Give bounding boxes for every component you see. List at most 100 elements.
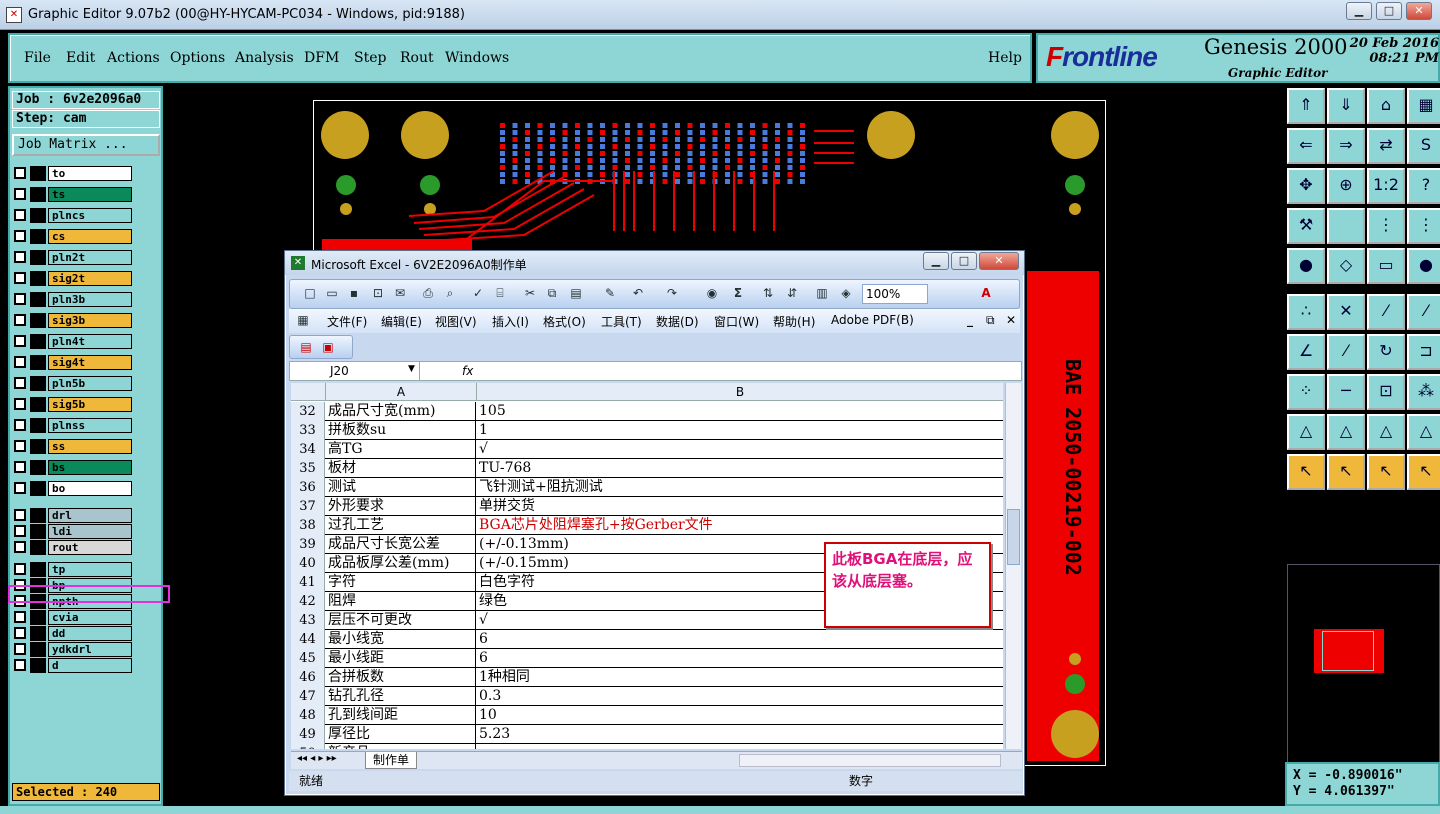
layer-row-rout[interactable]: rout <box>14 540 134 555</box>
drawing-icon[interactable]: ◈ <box>838 285 854 301</box>
box-icon[interactable]: ⊡ <box>1367 374 1405 410</box>
layer-row-sig4t[interactable]: sig4t <box>14 355 134 370</box>
row-number[interactable]: 48 <box>291 706 325 725</box>
layer-name[interactable]: sig2t <box>48 271 132 286</box>
row-number[interactable]: 40 <box>291 554 325 573</box>
pointer-icon[interactable]: ↖ <box>1287 454 1325 490</box>
layer-state[interactable] <box>30 540 46 555</box>
row-number[interactable]: 35 <box>291 459 325 478</box>
layer-checkbox[interactable] <box>14 188 26 200</box>
format-painter-icon[interactable]: ✎ <box>602 285 618 301</box>
layer-row-cs[interactable]: cs <box>14 229 134 244</box>
cell-a[interactable]: 高TG <box>326 440 476 459</box>
layer-state[interactable] <box>30 250 46 265</box>
horizontal-scrollbar[interactable] <box>739 754 1001 767</box>
layer-state[interactable] <box>30 524 46 539</box>
cell-b[interactable]: √ <box>477 440 1003 459</box>
layer-checkbox[interactable] <box>14 525 26 537</box>
layer-name[interactable]: sig3b <box>48 313 132 328</box>
layer-name[interactable]: pln4t <box>48 334 132 349</box>
copy-icon[interactable]: ⧉ <box>544 285 560 301</box>
layer-state[interactable] <box>30 229 46 244</box>
layer-row-tp[interactable]: tp <box>14 562 134 577</box>
cell-b[interactable]: 单拼交货 <box>477 497 1003 516</box>
excel-menu-view[interactable]: 视图(V) <box>435 313 477 330</box>
layer-row-drl[interactable]: drl <box>14 508 134 523</box>
line2-icon[interactable]: ⁄ <box>1407 294 1440 330</box>
layer-checkbox[interactable] <box>14 209 26 221</box>
menu-edit[interactable]: Edit <box>66 50 95 66</box>
cell-a[interactable]: 合拼板数 <box>326 668 476 687</box>
font-color-icon[interactable]: A <box>978 285 994 301</box>
excel-window[interactable]: ✕ Microsoft Excel - 6V2E2096A0制作单 ▁ □ ✕ … <box>284 250 1025 796</box>
diag-icon[interactable]: ⁄ <box>1327 334 1365 370</box>
layer-row-pln2t[interactable]: pln2t <box>14 250 134 265</box>
layer-state[interactable] <box>30 166 46 181</box>
layer-name[interactable]: plnss <box>48 418 132 433</box>
layer-checkbox[interactable] <box>14 419 26 431</box>
layer-checkbox[interactable] <box>14 509 26 521</box>
cell-a[interactable]: 外形要求 <box>326 497 476 516</box>
layer-row-sig5b[interactable]: sig5b <box>14 397 134 412</box>
tab-nav-icons[interactable]: ◂◂ ◂ ▸ ▸▸ <box>297 753 337 764</box>
cell-a[interactable]: 板材 <box>326 459 476 478</box>
layer-checkbox[interactable] <box>14 440 26 452</box>
excel-menu-tools[interactable]: 工具(T) <box>601 313 642 330</box>
layer-name[interactable]: ts <box>48 187 132 202</box>
select-all-corner[interactable] <box>291 383 326 401</box>
swap-icon[interactable]: ⇄ <box>1367 128 1405 164</box>
layer-state[interactable] <box>30 292 46 307</box>
cell-b[interactable]: 1种相同 <box>477 668 1003 687</box>
excel-menu-window[interactable]: 窗口(W) <box>714 313 759 330</box>
column-header-a[interactable]: A <box>326 383 477 401</box>
excel-menu-help[interactable]: 帮助(H) <box>773 313 815 330</box>
email-icon[interactable]: ✉ <box>392 285 408 301</box>
menu-help[interactable]: Help <box>988 50 1022 66</box>
open-icon[interactable]: ▭ <box>324 285 340 301</box>
row-number[interactable]: 42 <box>291 592 325 611</box>
cell-b[interactable]: 5.23 <box>477 725 1003 744</box>
ruler-icon[interactable]: ▭ <box>1367 248 1405 284</box>
excel-menu-data[interactable]: 数据(D) <box>656 313 699 330</box>
layer-name[interactable]: rout <box>48 540 132 555</box>
layer-checkbox[interactable] <box>14 461 26 473</box>
scale-icon[interactable]: 1:2 <box>1367 168 1405 204</box>
layer-name[interactable]: sig5b <box>48 397 132 412</box>
undo-icon[interactable]: ↶ <box>630 285 646 301</box>
overview-map[interactable] <box>1287 564 1440 764</box>
pdf-convert-icon[interactable]: ▤ <box>298 339 314 355</box>
help-icon[interactable]: ? <box>1407 168 1440 204</box>
cell-a[interactable]: 测试 <box>326 478 476 497</box>
row-number[interactable]: 50 <box>291 744 325 749</box>
cell-b[interactable]: 105 <box>477 402 1003 421</box>
print-icon[interactable]: ⎙ <box>420 285 436 301</box>
layer-state[interactable] <box>30 313 46 328</box>
layer-checkbox[interactable] <box>14 398 26 410</box>
layer-state[interactable] <box>30 334 46 349</box>
layer-checkbox[interactable] <box>14 611 26 623</box>
angle-icon[interactable]: ∠ <box>1287 334 1325 370</box>
left-icon[interactable]: ⇐ <box>1287 128 1325 164</box>
new-icon[interactable]: □ <box>302 285 318 301</box>
menu-file[interactable]: File <box>24 50 51 66</box>
snap-icon[interactable]: S <box>1407 128 1440 164</box>
menu-windows[interactable]: Windows <box>445 50 509 66</box>
print-preview-icon[interactable]: ⌕ <box>442 285 458 301</box>
net-icon[interactable]: ⋮ <box>1367 208 1405 244</box>
layer-name[interactable]: plncs <box>48 208 132 223</box>
menu-options[interactable]: Options <box>170 50 225 66</box>
sort-descending-icon[interactable]: ⇵ <box>784 285 800 301</box>
layer-row-d[interactable]: d <box>14 658 134 673</box>
research-icon[interactable]: ⌸ <box>492 285 508 301</box>
layer-checkbox[interactable] <box>14 643 26 655</box>
cut-icon[interactable]: ✂ <box>522 285 538 301</box>
layer-row-bs[interactable]: bs <box>14 460 134 475</box>
layer-checkbox[interactable] <box>14 251 26 263</box>
layer-state[interactable] <box>30 418 46 433</box>
layer-state[interactable] <box>30 610 46 625</box>
cell-b[interactable]: 飞针测试+阻抗测试 <box>477 478 1003 497</box>
menu-analysis[interactable]: Analysis <box>235 50 294 66</box>
menu-rout[interactable]: Rout <box>400 50 434 66</box>
row-number[interactable]: 46 <box>291 668 325 687</box>
layer-name[interactable]: tp <box>48 562 132 577</box>
